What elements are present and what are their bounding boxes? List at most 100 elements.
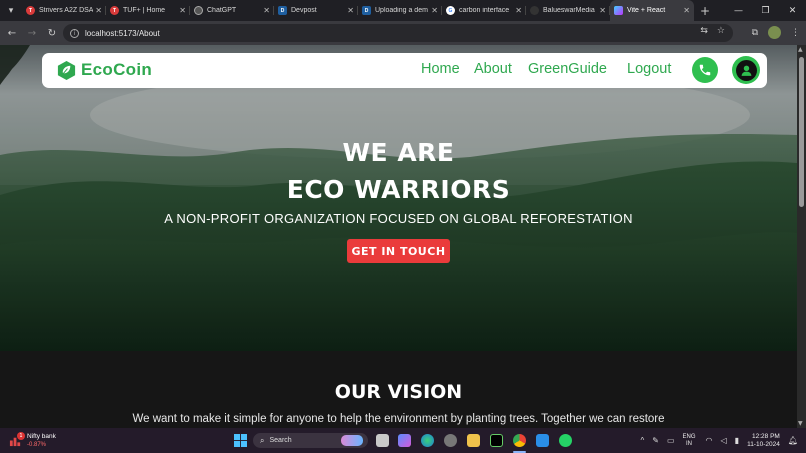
- new-tab-icon[interactable]: +: [700, 4, 710, 18]
- close-icon[interactable]: ✕: [95, 6, 102, 15]
- stock-change: -0.87%: [27, 442, 47, 448]
- file-explorer-icon[interactable]: [467, 434, 480, 447]
- bookmark-star-icon[interactable]: ☆: [717, 26, 725, 36]
- menu-kebab-icon[interactable]: ⋮: [791, 28, 800, 38]
- tab-search-icon[interactable]: ▾: [0, 0, 22, 21]
- tuf-icon: T: [26, 6, 35, 15]
- tab-title: Uploading a dem: [375, 7, 428, 14]
- windows-start-icon[interactable]: [234, 434, 247, 447]
- browser-tab[interactable]: D Devpost ✕: [274, 0, 358, 21]
- close-icon[interactable]: ✕: [683, 6, 690, 15]
- extensions-icon[interactable]: ⧉: [752, 28, 758, 38]
- tab-title: ChatGPT: [207, 7, 237, 14]
- date-text: 11-10-2024: [747, 440, 780, 448]
- brand-name[interactable]: EcoCoin: [81, 60, 152, 80]
- whatsapp-icon[interactable]: [559, 434, 572, 447]
- scroll-up-icon[interactable]: ▲: [798, 46, 803, 53]
- close-icon[interactable]: ✕: [179, 6, 186, 15]
- back-icon[interactable]: ←: [2, 21, 22, 45]
- site-navbar: EcoCoin Home About GreenGuide Logout: [42, 53, 767, 88]
- notifications-bell-icon[interactable]: 🔔︎: [788, 436, 798, 445]
- pen-icon[interactable]: ✎: [652, 436, 659, 445]
- nav-logout-link[interactable]: Logout: [627, 61, 671, 77]
- browser-tab[interactable]: BalueswarMedia ✕: [526, 0, 610, 21]
- page-scrollbar[interactable]: ▲ ▼: [797, 45, 806, 428]
- nav-about-link[interactable]: About: [474, 61, 512, 77]
- url-text: localhost:5173/About: [85, 28, 160, 38]
- chrome-icon[interactable]: [513, 434, 526, 447]
- scrollbar-thumb[interactable]: [799, 57, 804, 207]
- vite-icon: [614, 6, 623, 15]
- close-icon[interactable]: ✕: [263, 6, 270, 15]
- clock[interactable]: 12:28 PM 11-10-2024: [747, 433, 780, 449]
- scroll-down-icon[interactable]: ▼: [798, 420, 803, 427]
- close-icon[interactable]: ✕: [515, 6, 522, 15]
- browser-tab[interactable]: G carbon interface ✕: [442, 0, 526, 21]
- translate-icon[interactable]: ⇆: [700, 26, 708, 36]
- phone-icon: [699, 64, 711, 76]
- forward-icon[interactable]: →: [22, 21, 42, 45]
- window-controls: — ❐ ✕: [725, 0, 806, 21]
- hero-section: EcoCoin Home About GreenGuide Logout WE …: [0, 45, 797, 351]
- search-placeholder: Search: [269, 437, 292, 444]
- minimize-icon[interactable]: —: [725, 0, 752, 21]
- settings-gear-icon[interactable]: [444, 434, 457, 447]
- wifi-icon[interactable]: ◠: [706, 436, 713, 445]
- site-info-icon[interactable]: i: [70, 28, 79, 38]
- tab-title: carbon interface: [459, 7, 510, 14]
- time-text: 12:28 PM: [752, 432, 780, 440]
- call-button[interactable]: [692, 57, 718, 83]
- browser-tab[interactable]: T TUF+ | Home ✕: [106, 0, 190, 21]
- browser-tab[interactable]: ChatGPT ✕: [190, 0, 274, 21]
- close-icon[interactable]: ✕: [347, 6, 354, 15]
- windows-taskbar: 1 Nifty bank -0.87% ⌕ Search ^ ✎ ▭ ENG I…: [0, 428, 806, 453]
- battery-icon[interactable]: ▮: [735, 436, 739, 445]
- tab-title: Vite + React: [627, 7, 666, 14]
- close-icon[interactable]: ✕: [431, 6, 438, 15]
- copilot-icon[interactable]: [398, 434, 411, 447]
- keyboard-icon[interactable]: ▭: [667, 436, 675, 445]
- page-viewport: EcoCoin Home About GreenGuide Logout WE …: [0, 45, 797, 428]
- get-in-touch-button[interactable]: GET IN TOUCH: [347, 239, 450, 263]
- stock-widget[interactable]: 1 Nifty bank -0.87%: [9, 432, 69, 450]
- volume-icon[interactable]: ◁: [721, 436, 727, 445]
- vision-text: We want to make it simple for anyone to …: [132, 413, 665, 425]
- hero-heading-line2: ECO WARRIORS: [286, 175, 511, 204]
- restore-icon[interactable]: ❐: [752, 0, 779, 21]
- close-icon[interactable]: ✕: [599, 6, 606, 15]
- browser-tab[interactable]: T Strivers A2Z DSA ✕: [22, 0, 106, 21]
- tab-title: BalueswarMedia: [543, 7, 595, 14]
- close-window-icon[interactable]: ✕: [779, 0, 806, 21]
- profile-avatar[interactable]: [768, 26, 781, 39]
- search-highlight-icon: [341, 435, 363, 446]
- reload-icon[interactable]: ↻: [42, 21, 62, 45]
- address-bar-row: ← → ↻ i localhost:5173/About ⇆ ☆ ⧉ ⋮: [0, 21, 806, 45]
- vscode-icon[interactable]: [536, 434, 549, 447]
- web-icon: [530, 6, 539, 15]
- browser-tab[interactable]: D Uploading a dem ✕: [358, 0, 442, 21]
- tab-title: TUF+ | Home: [123, 7, 166, 14]
- vision-section: OUR VISION We want to make it simple for…: [0, 351, 797, 428]
- devpost-icon: D: [278, 6, 287, 15]
- url-bar[interactable]: i localhost:5173/About ⇆ ☆: [63, 24, 733, 42]
- language-indicator[interactable]: ENG IN: [683, 434, 696, 448]
- edge-icon[interactable]: [421, 434, 434, 447]
- google-icon: G: [446, 6, 455, 15]
- user-icon: [741, 65, 751, 76]
- system-tray: ^ ✎ ▭ ENG IN ◠ ◁ ▮ 12:28 PM 11-10-2024 🔔…: [640, 428, 806, 453]
- taskbar-search-box[interactable]: ⌕ Search: [253, 433, 368, 448]
- nav-home-link[interactable]: Home: [421, 61, 460, 77]
- chevron-up-icon[interactable]: ^: [640, 436, 644, 445]
- pycharm-icon[interactable]: [490, 434, 503, 447]
- notification-badge: 1: [17, 432, 25, 440]
- task-view-icon[interactable]: [376, 434, 389, 447]
- hero-heading-line1: WE ARE: [342, 138, 455, 167]
- vision-title: OUR VISION: [334, 381, 463, 403]
- search-icon: ⌕: [260, 435, 265, 445]
- browser-tab-bar: ▾ T Strivers A2Z DSA ✕ T TUF+ | Home ✕ C…: [0, 0, 806, 21]
- user-avatar-button[interactable]: [732, 56, 760, 84]
- ecocoin-logo-icon: [57, 60, 76, 81]
- devpost-icon: D: [362, 6, 371, 15]
- browser-tab-active[interactable]: Vite + React ✕: [610, 0, 694, 21]
- nav-greenguide-link[interactable]: GreenGuide: [528, 61, 607, 77]
